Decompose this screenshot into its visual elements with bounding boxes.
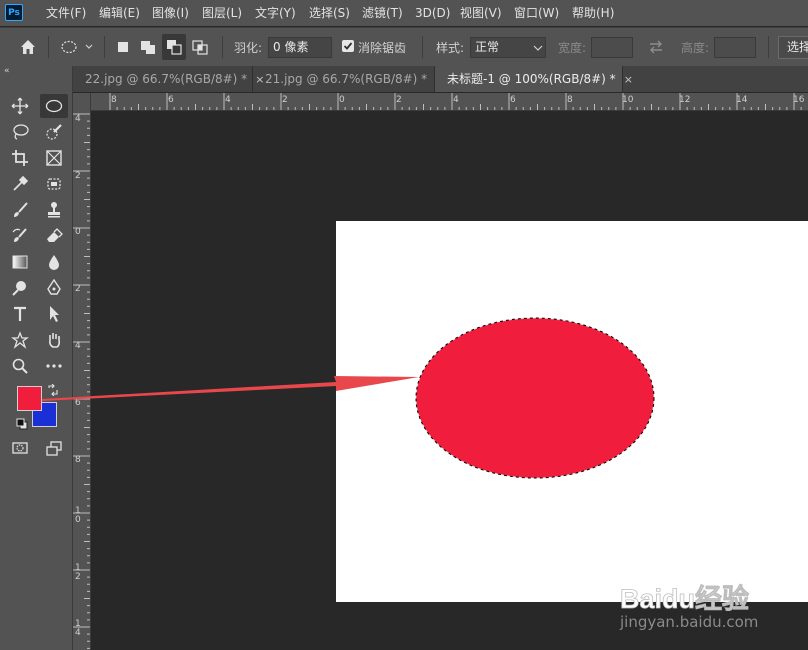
svg-text:Baidu经验: Baidu经验 (620, 583, 749, 614)
annotation-arrow (42, 376, 419, 401)
canvas-overlay (42, 317, 655, 479)
watermark-url: jingyan.baidu.com (620, 613, 759, 631)
baidu-jingyan-watermark-logo: Baidu经验 (620, 578, 749, 614)
red-ellipse-shape[interactable] (416, 318, 654, 478)
